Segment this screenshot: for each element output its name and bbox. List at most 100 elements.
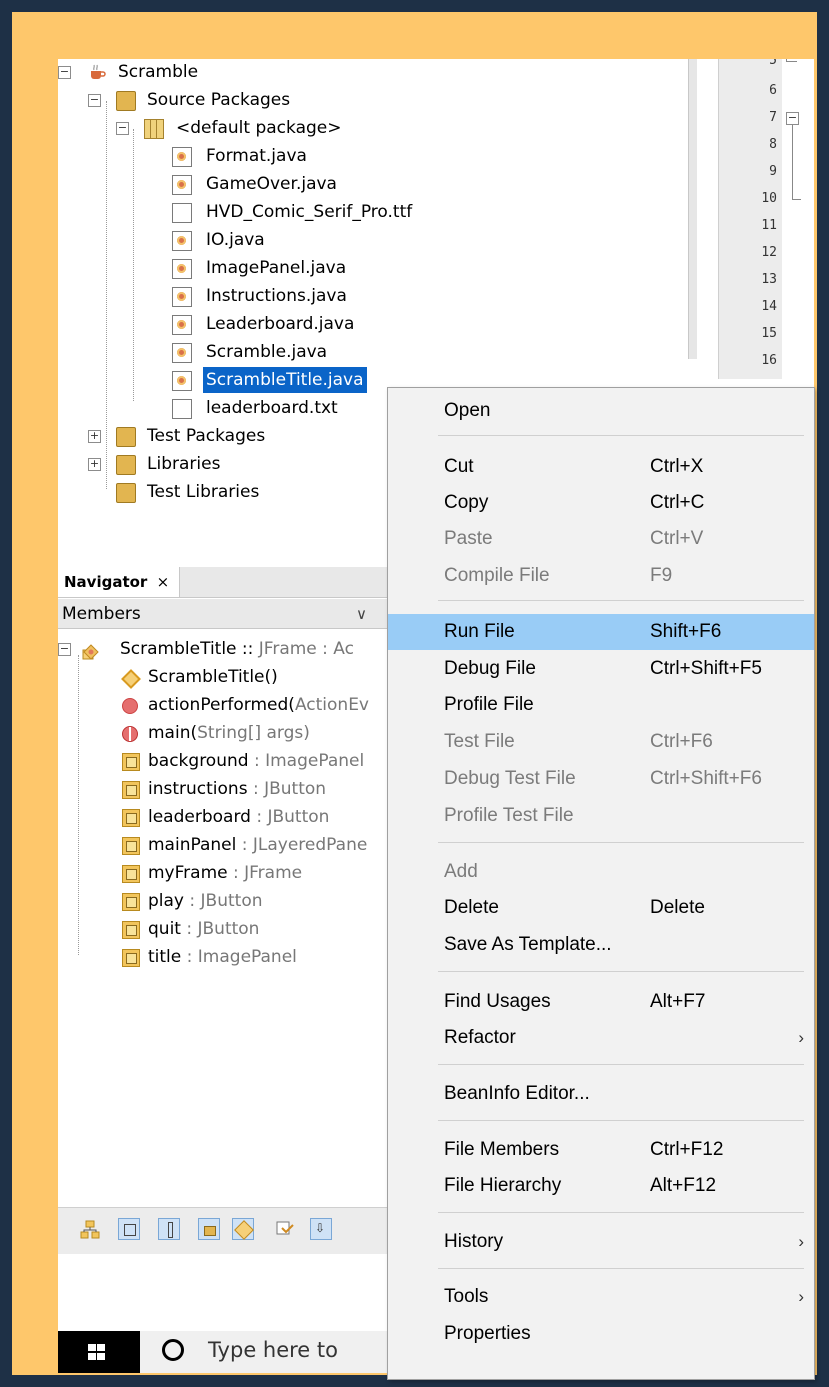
tree-node-file[interactable]: leaderboard.txt bbox=[58, 395, 358, 421]
tree-node-file[interactable]: Scramble.java bbox=[58, 339, 358, 365]
tree-node-file[interactable]: Format.java bbox=[58, 143, 358, 169]
tree-node-file[interactable]: GameOver.java bbox=[58, 171, 358, 197]
menu-item-profile-file[interactable]: Profile File bbox=[388, 687, 814, 723]
inheritance-icon[interactable] bbox=[80, 1220, 100, 1240]
sort-alpha-icon: ⇩ bbox=[315, 1221, 326, 1235]
menu-item-label: File Members bbox=[444, 1139, 560, 1160]
menu-separator bbox=[438, 1268, 804, 1269]
collapse-icon[interactable]: − bbox=[116, 122, 129, 135]
members-filter-select[interactable]: Members ∨ bbox=[58, 599, 388, 629]
tree-node-test-packages[interactable]: + Test Packages bbox=[58, 423, 358, 449]
tree-label: Source Packages bbox=[147, 90, 291, 110]
java-class-icon bbox=[172, 231, 192, 251]
tab-navigator[interactable]: Navigator × bbox=[58, 567, 181, 597]
navigator-tabbar: Navigator × bbox=[58, 567, 388, 598]
expand-icon[interactable]: + bbox=[88, 458, 101, 471]
tab-label: Navigator bbox=[64, 573, 148, 591]
navigator-member[interactable]: main(String[] args) bbox=[58, 719, 388, 747]
collapse-icon[interactable]: − bbox=[88, 94, 101, 107]
menu-separator bbox=[438, 1064, 804, 1065]
tree-node-test-libraries[interactable]: Test Libraries bbox=[58, 479, 358, 505]
navigator-member[interactable]: background : ImagePanel bbox=[58, 747, 388, 775]
menu-item-find-usages[interactable]: Find Usages Alt+F7 bbox=[388, 984, 814, 1020]
tree-node-file[interactable]: IO.java bbox=[58, 227, 358, 253]
tree-node-file-selected[interactable]: ScrambleTitle.java bbox=[58, 367, 388, 393]
java-class-icon bbox=[172, 175, 192, 195]
start-button[interactable] bbox=[58, 1331, 140, 1373]
show-fields-toggle[interactable] bbox=[118, 1218, 140, 1240]
navigator-member[interactable]: quit : JButton bbox=[58, 915, 388, 943]
menu-item-file-hierarchy[interactable]: File Hierarchy Alt+F12 bbox=[388, 1168, 814, 1204]
navigator-member[interactable]: actionPerformed(ActionEv bbox=[58, 691, 388, 719]
tree-label: Scramble.java bbox=[206, 342, 328, 362]
member-label: play : JButton bbox=[148, 891, 263, 911]
field-icon bbox=[122, 893, 140, 911]
tree-node-libraries[interactable]: + Libraries bbox=[58, 451, 358, 477]
show-static-toggle[interactable] bbox=[158, 1218, 180, 1240]
menu-item-copy[interactable]: Copy Ctrl+C bbox=[388, 485, 814, 521]
menu-item-label: Delete bbox=[444, 897, 499, 918]
code-editor[interactable]: − bbox=[782, 59, 814, 379]
member-label: mainPanel : JLayeredPane bbox=[148, 835, 368, 855]
menu-item-history[interactable]: History › bbox=[388, 1224, 814, 1260]
show-private-toggle[interactable] bbox=[198, 1218, 220, 1240]
tree-node-source-packages[interactable]: − Source Packages bbox=[58, 87, 358, 113]
member-label: actionPerformed(ActionEv bbox=[148, 695, 369, 715]
java-class-icon bbox=[172, 287, 192, 307]
expand-icon[interactable]: + bbox=[88, 430, 101, 443]
navigator-member[interactable]: ScrambleTitle() bbox=[58, 663, 388, 691]
navigator-member[interactable]: play : JButton bbox=[58, 887, 388, 915]
navigator-class-node[interactable]: − ScrambleTitle :: JFrame : Ac bbox=[58, 635, 388, 663]
menu-item-label: Debug Test File bbox=[444, 768, 576, 789]
tree-node-file[interactable]: Leaderboard.java bbox=[58, 311, 358, 337]
navigator-member[interactable]: instructions : JButton bbox=[58, 775, 388, 803]
tree-node-file[interactable]: ImagePanel.java bbox=[58, 255, 358, 281]
menu-item-properties[interactable]: Properties bbox=[388, 1316, 814, 1352]
sort-icon[interactable] bbox=[276, 1221, 294, 1239]
field-icon bbox=[122, 837, 140, 855]
tree-node-project[interactable]: − Scramble bbox=[58, 59, 358, 85]
menu-item-profile-test-file[interactable]: Profile Test File bbox=[388, 798, 814, 834]
close-icon[interactable]: × bbox=[157, 573, 170, 591]
taskbar-search-input[interactable]: Type here to bbox=[208, 1338, 338, 1362]
scrollbar-track[interactable] bbox=[688, 59, 697, 359]
menu-item-test-file[interactable]: Test File Ctrl+F6 bbox=[388, 724, 814, 760]
menu-item-run-file[interactable]: Run File Shift+F6 bbox=[388, 614, 814, 650]
menu-item-shortcut: Ctrl+F12 bbox=[650, 1139, 724, 1160]
menu-item-label: Debug File bbox=[444, 658, 536, 679]
fold-collapse-icon[interactable]: − bbox=[786, 112, 799, 125]
constructor-icon bbox=[121, 669, 141, 689]
line-number: 10 bbox=[761, 191, 777, 206]
menu-item-add[interactable]: Add bbox=[388, 854, 814, 890]
menu-item-paste[interactable]: Paste Ctrl+V bbox=[388, 521, 814, 557]
tree-node-default-package[interactable]: − <default package> bbox=[58, 115, 398, 141]
chevron-right-icon: › bbox=[798, 1028, 804, 1047]
menu-item-cut[interactable]: Cut Ctrl+X bbox=[388, 449, 814, 485]
menu-item-debug-test-file[interactable]: Debug Test File Ctrl+Shift+F6 bbox=[388, 761, 814, 797]
menu-item-save-as-template[interactable]: Save As Template... bbox=[388, 927, 814, 963]
navigator-member[interactable]: myFrame : JFrame bbox=[58, 859, 388, 887]
show-inner-classes-toggle[interactable] bbox=[232, 1218, 254, 1240]
menu-item-debug-file[interactable]: Debug File Ctrl+Shift+F5 bbox=[388, 651, 814, 687]
tree-node-file[interactable]: Instructions.java bbox=[58, 283, 358, 309]
collapse-icon[interactable]: − bbox=[58, 66, 71, 79]
menu-item-label: History bbox=[444, 1231, 504, 1252]
menu-item-beaninfo-editor[interactable]: BeanInfo Editor... bbox=[388, 1076, 814, 1112]
sort-by-name-toggle[interactable]: ⇩ bbox=[310, 1218, 332, 1240]
field-icon bbox=[122, 753, 140, 771]
menu-item-open[interactable]: Open bbox=[388, 393, 814, 429]
menu-item-compile-file[interactable]: Compile File F9 bbox=[388, 558, 814, 594]
navigator-member[interactable]: mainPanel : JLayeredPane bbox=[58, 831, 388, 859]
member-label: instructions : JButton bbox=[148, 779, 327, 799]
collapse-icon[interactable]: − bbox=[58, 643, 71, 656]
cortana-icon[interactable] bbox=[162, 1339, 184, 1361]
menu-item-tools[interactable]: Tools › bbox=[388, 1279, 814, 1315]
menu-item-refactor[interactable]: Refactor › bbox=[388, 1020, 814, 1056]
tree-node-file[interactable]: HVD_Comic_Serif_Pro.ttf bbox=[58, 199, 438, 225]
navigator-member[interactable]: title : ImagePanel bbox=[58, 943, 388, 971]
menu-item-file-members[interactable]: File Members Ctrl+F12 bbox=[388, 1132, 814, 1168]
menu-item-delete[interactable]: Delete Delete bbox=[388, 890, 814, 926]
tree-label: GameOver.java bbox=[206, 174, 337, 194]
navigator-member[interactable]: leaderboard : JButton bbox=[58, 803, 388, 831]
context-menu: Open Cut Ctrl+X Copy Ctrl+C Paste Ctrl+V… bbox=[387, 387, 815, 1380]
